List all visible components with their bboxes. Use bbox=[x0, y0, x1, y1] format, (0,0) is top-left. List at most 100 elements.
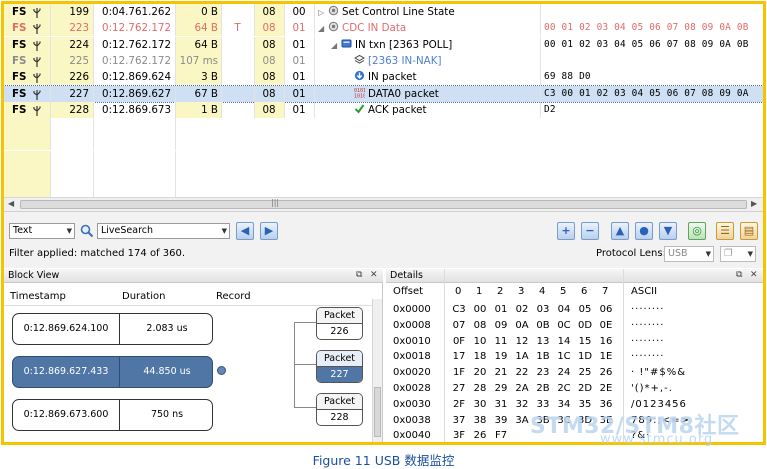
record-cell[interactable]: 0101 1010 DATA0 packet bbox=[314, 86, 540, 102]
hex-byte[interactable]: 2C bbox=[555, 381, 573, 396]
hex-byte[interactable]: 1B bbox=[534, 349, 552, 364]
hex-byte[interactable]: 2B bbox=[534, 381, 552, 396]
scroll-right-arrow-icon[interactable]: ▶ bbox=[751, 199, 757, 208]
hex-byte[interactable]: 2F bbox=[450, 397, 468, 412]
hex-byte[interactable]: 37 bbox=[450, 413, 468, 428]
hex-byte[interactable]: 07 bbox=[450, 318, 468, 333]
search-input[interactable]: LiveSearch ▼ bbox=[97, 223, 230, 239]
hex-byte[interactable]: 1D bbox=[576, 349, 594, 364]
block-entry[interactable]: 0:12.869.673.600 750 ns bbox=[12, 399, 213, 431]
hex-row[interactable]: 0x0000 C3 00 01 02 03 04 05 06 ········ bbox=[386, 302, 763, 317]
table-row[interactable]: FS 223 0:12.762.172 64 B T 08 01 ◢ CDC IN Data 00… bbox=[4, 20, 763, 37]
hex-byte[interactable]: 03 bbox=[534, 302, 552, 317]
hex-byte[interactable]: 04 bbox=[555, 302, 573, 317]
packet-block[interactable]: Packet 226 bbox=[316, 307, 363, 340]
hex-byte[interactable]: 00 bbox=[471, 302, 489, 317]
collapse-all-button[interactable]: − bbox=[581, 222, 599, 240]
close-icon[interactable]: ✕ bbox=[750, 269, 758, 282]
save-button[interactable]: ▤ bbox=[740, 222, 758, 240]
hex-byte[interactable]: 25 bbox=[576, 365, 594, 380]
block-entry[interactable]: 0:12.869.627.433 44.850 us bbox=[12, 356, 213, 388]
horizontal-scrollbar[interactable]: ◀ ||| ▶ bbox=[4, 197, 763, 211]
hex-byte[interactable]: 20 bbox=[471, 365, 489, 380]
search-previous-button[interactable]: ◀ bbox=[236, 222, 254, 240]
hex-byte[interactable]: 30 bbox=[471, 397, 489, 412]
go-top-button[interactable]: ▲ bbox=[611, 222, 629, 240]
hex-byte[interactable]: 38 bbox=[471, 413, 489, 428]
table-row[interactable]: FS 228 0:12.869.673 1 B 08 01 ACK packet D2 bbox=[4, 101, 763, 118]
block-entry[interactable]: 0:12.869.624.100 2.083 us bbox=[12, 313, 213, 345]
expand-all-button[interactable]: + bbox=[557, 222, 575, 240]
hex-byte[interactable]: 3F bbox=[450, 428, 468, 442]
vertical-scrollbar[interactable] bbox=[372, 299, 382, 442]
hex-byte[interactable]: 2A bbox=[513, 381, 531, 396]
hex-byte[interactable]: C3 bbox=[450, 302, 468, 317]
protocol-lens-select[interactable]: USB ▼ bbox=[664, 246, 714, 262]
hex-row[interactable]: 0x0018 17 18 19 1A 1B 1C 1D 1E ········ bbox=[386, 349, 763, 364]
packet-block[interactable]: Packet 228 bbox=[316, 393, 363, 426]
scrollbar-thumb[interactable] bbox=[374, 387, 381, 437]
hex-byte[interactable]: 0D bbox=[576, 318, 594, 333]
record-cell[interactable]: ▷ Set Control Line State bbox=[314, 4, 540, 20]
record-cell[interactable]: ACK packet bbox=[314, 102, 540, 118]
hex-byte[interactable]: 15 bbox=[576, 334, 594, 349]
hex-byte[interactable]: 31 bbox=[492, 397, 510, 412]
restore-window-icon[interactable]: ⧉ bbox=[736, 269, 742, 282]
table-row[interactable]: FS 227 0:12.869.627 67 B 08 01 0101 1010 DATA0 p… bbox=[4, 84, 763, 103]
hex-byte[interactable]: 18 bbox=[471, 349, 489, 364]
lens-options-button[interactable]: ❐ ▼ bbox=[720, 246, 756, 262]
hex-byte[interactable]: 3A bbox=[513, 413, 531, 428]
export-button[interactable]: ☰ bbox=[716, 222, 734, 240]
scroll-left-arrow-icon[interactable]: ◀ bbox=[8, 199, 14, 208]
hex-row[interactable]: 0x0008 07 08 09 0A 0B 0C 0D 0E ········ bbox=[386, 318, 763, 333]
hex-byte[interactable]: 09 bbox=[492, 318, 510, 333]
record-cell[interactable]: IN packet bbox=[314, 69, 540, 85]
packet-block[interactable]: Packet 227 bbox=[316, 350, 363, 383]
table-row[interactable]: FS 225 0:12.762.172 107 ms 08 01 [2363 IN-NAK] bbox=[4, 52, 763, 69]
hex-byte[interactable]: 2E bbox=[597, 381, 615, 396]
hex-byte[interactable]: 29 bbox=[492, 381, 510, 396]
search-next-button[interactable]: ▶ bbox=[260, 222, 278, 240]
table-row[interactable]: FS 224 0:12.762.172 64 B 08 01 ◢ IN txn [2363 P… bbox=[4, 36, 763, 53]
hex-byte[interactable]: 1C bbox=[555, 349, 573, 364]
hex-row[interactable]: 0x0028 27 28 29 2A 2B 2C 2D 2E '()*+,-. bbox=[386, 381, 763, 396]
hex-byte[interactable]: F7 bbox=[492, 428, 510, 442]
hex-byte[interactable]: 11 bbox=[492, 334, 510, 349]
view-mode-select[interactable]: Text ▼ bbox=[9, 223, 75, 239]
scrollbar-thumb[interactable]: ||| bbox=[20, 198, 747, 209]
hex-byte[interactable]: 28 bbox=[471, 381, 489, 396]
hex-byte[interactable]: 1F bbox=[450, 365, 468, 380]
hex-byte[interactable]: 0C bbox=[555, 318, 573, 333]
expanded-triangle-icon[interactable]: ◢ bbox=[331, 38, 341, 53]
go-bottom-button[interactable]: ▼ bbox=[659, 222, 677, 240]
collapsed-triangle-icon[interactable]: ▷ bbox=[318, 5, 328, 20]
hex-byte[interactable]: 22 bbox=[513, 365, 531, 380]
hex-byte[interactable]: 39 bbox=[492, 413, 510, 428]
hex-byte[interactable]: 0E bbox=[597, 318, 615, 333]
hex-row[interactable]: 0x0020 1F 20 21 22 23 24 25 26 · !"#$%& bbox=[386, 365, 763, 380]
hex-byte[interactable]: 32 bbox=[513, 397, 531, 412]
hex-byte[interactable]: 10 bbox=[471, 334, 489, 349]
hex-byte[interactable]: 24 bbox=[555, 365, 573, 380]
hex-byte[interactable]: 2D bbox=[576, 381, 594, 396]
hex-byte[interactable]: 16 bbox=[597, 334, 615, 349]
hex-byte[interactable]: 26 bbox=[597, 365, 615, 380]
hex-byte[interactable]: 0B bbox=[534, 318, 552, 333]
hex-byte[interactable]: 1A bbox=[513, 349, 531, 364]
hex-byte[interactable]: 13 bbox=[534, 334, 552, 349]
hex-byte[interactable]: 0F bbox=[450, 334, 468, 349]
hex-byte[interactable]: 06 bbox=[597, 302, 615, 317]
hex-byte[interactable]: 17 bbox=[450, 349, 468, 364]
hex-byte[interactable]: 23 bbox=[534, 365, 552, 380]
hex-byte[interactable]: 21 bbox=[492, 365, 510, 380]
sync-button[interactable]: ◎ bbox=[688, 222, 706, 240]
hex-byte[interactable]: 26 bbox=[471, 428, 489, 442]
hex-byte[interactable]: 14 bbox=[555, 334, 573, 349]
table-row[interactable]: FS 199 0:04.761.262 0 B 08 00 ▷ Set Control Lin… bbox=[4, 4, 763, 20]
record-cell[interactable]: ◢ IN txn [2363 POLL] bbox=[314, 37, 540, 53]
hex-byte[interactable]: 02 bbox=[513, 302, 531, 317]
record-cell[interactable]: [2363 IN-NAK] bbox=[314, 53, 540, 69]
hex-byte[interactable]: 05 bbox=[576, 302, 594, 317]
record-cell[interactable]: ◢ CDC IN Data bbox=[314, 20, 540, 36]
expanded-triangle-icon[interactable]: ◢ bbox=[318, 21, 328, 36]
